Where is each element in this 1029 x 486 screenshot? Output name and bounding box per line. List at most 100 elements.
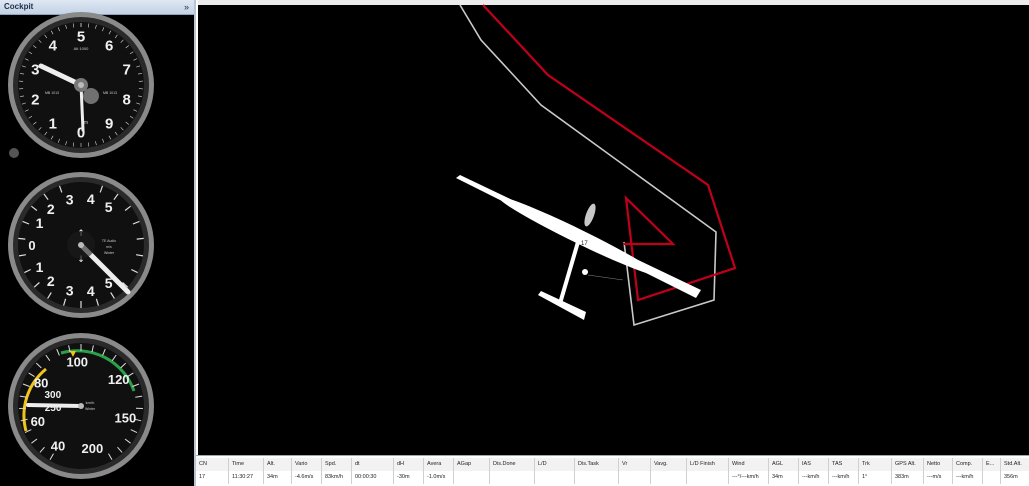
column-header[interactable]: Dis.Done [490, 458, 535, 471]
variometer-sink-1: 1 [36, 259, 44, 275]
altimeter-number-6: 6 [105, 38, 113, 55]
airspeed-number-120: 120 [108, 372, 130, 387]
altimeter-number-3: 3 [31, 62, 39, 79]
airspeed-unit: km/h [86, 400, 95, 405]
airspeed-number-60: 60 [31, 414, 45, 429]
altimeter-number-2: 2 [31, 91, 39, 108]
altimeter-number-9: 9 [105, 115, 113, 132]
table-cell: 34m [264, 471, 292, 484]
column-header[interactable]: Dis.Task [575, 458, 619, 471]
altimeter-right-label: MB 1013 [103, 91, 117, 95]
column-header[interactable]: L/D Finish [687, 458, 729, 471]
table-header-row: CN Time Alt. Vario Spd. dt dH Avera AGap Dis.Done… [196, 458, 1029, 471]
column-header[interactable]: Avera [424, 458, 454, 471]
table-cell: 34m [769, 471, 799, 484]
altimeter-left-label: MB 1013 [45, 91, 59, 95]
column-header[interactable]: IAS [799, 458, 829, 471]
variometer-gauge: 1234512345 0 ↑ ↓ TE Audio m/s Winter [8, 172, 154, 318]
glider-canopy [584, 203, 596, 227]
airspeed-number-40: 40 [51, 438, 65, 453]
column-header[interactable]: Vario [292, 458, 322, 471]
column-header[interactable]: E... [983, 458, 1001, 471]
airspeed-number-150: 150 [115, 410, 137, 425]
altimeter-knob[interactable] [9, 148, 19, 158]
variometer-climb-4: 4 [87, 191, 95, 207]
variometer-sink-2: 2 [47, 273, 55, 289]
column-header[interactable]: GPS Alt. [892, 458, 924, 471]
column-header[interactable]: AGL [769, 458, 799, 471]
column-header[interactable]: AGap [454, 458, 490, 471]
table-cell [619, 471, 651, 484]
column-header[interactable]: TAS [829, 458, 859, 471]
variometer-tick [136, 237, 144, 240]
panel-collapse-icon[interactable]: » [184, 1, 189, 13]
airspeed-sub-label: Winter [85, 407, 96, 411]
variometer-zero: 0 [28, 238, 35, 253]
column-header[interactable]: Std.Alt. [1001, 458, 1029, 471]
table-row[interactable]: 17 11:30:27 34m -4.6m/s 83km/h 00:00:30 -30m -1… [196, 471, 1029, 484]
column-header[interactable]: Netto [924, 458, 953, 471]
table-cell: -1.0m/s [424, 471, 454, 484]
table-cell: 17 [196, 471, 229, 484]
table-cell: 383m [892, 471, 924, 484]
map-canvas[interactable]: 17 [198, 0, 1029, 455]
table-cell [651, 471, 687, 484]
flight-data-table: CN Time Alt. Vario Spd. dt dH Avera AGap Dis.Done… [196, 455, 1029, 486]
airspeed-number-80: 80 [34, 376, 48, 391]
table-cell [575, 471, 619, 484]
variometer-climb-2: 2 [47, 201, 55, 217]
column-header[interactable]: Comp. [953, 458, 983, 471]
variometer-info-3: Winter [104, 251, 115, 255]
variometer-tick [18, 237, 26, 240]
altimeter-number-8: 8 [123, 91, 131, 108]
table-cell [535, 471, 575, 484]
column-header[interactable]: Trk [859, 458, 892, 471]
cockpit-panel: Cockpit » 0123456789 Alt 1000 MB 1013 MB… [0, 0, 196, 486]
variometer-info-2: m/s [106, 245, 112, 249]
column-header[interactable]: dt [352, 458, 394, 471]
glider-icon[interactable] [456, 175, 701, 320]
airspeed-number-100: 100 [66, 355, 88, 370]
table-cell: -30m [394, 471, 424, 484]
table-cell: ---m/s [924, 471, 953, 484]
table-cell: 1° [859, 471, 892, 484]
altimeter-number-1: 1 [49, 115, 57, 132]
column-header[interactable]: CN [196, 458, 229, 471]
map-view[interactable]: 17 [198, 0, 1029, 455]
table-cell: 356m [1001, 471, 1029, 484]
variometer-sink-3: 3 [66, 283, 74, 299]
table-cell [454, 471, 490, 484]
variometer-climb-3: 3 [66, 191, 74, 207]
variometer-info-1: TE Audio [102, 239, 116, 243]
column-header[interactable]: dH [394, 458, 424, 471]
altimeter-number-4: 4 [49, 38, 58, 55]
variometer-sink-4: 4 [87, 283, 95, 299]
table-cell: ---°/---km/h [729, 471, 769, 484]
column-header[interactable]: Time [229, 458, 264, 471]
altimeter-unit-label: m [84, 120, 88, 126]
altimeter-gauge: 0123456789 Alt 1000 MB 1013 MB 1013 m [8, 12, 154, 158]
table-cell: ---km/h [799, 471, 829, 484]
column-header[interactable]: Spd. [322, 458, 352, 471]
column-header[interactable]: Wind [729, 458, 769, 471]
table-cell: 83km/h [322, 471, 352, 484]
altimeter-number-5: 5 [77, 29, 85, 46]
table-cell [687, 471, 729, 484]
altimeter-number-7: 7 [123, 62, 131, 79]
column-header[interactable]: Vavg. [651, 458, 687, 471]
airspeed-number-300: 300 [44, 390, 61, 401]
table-cell: 11:30:27 [229, 471, 264, 484]
table-cell: ---km/h [953, 471, 983, 484]
airspeed-gauge: 406080100120150200250300 km/h Winter [8, 333, 154, 479]
airspeed-number-200: 200 [82, 441, 104, 456]
table-cell: ---km/h [829, 471, 859, 484]
table-cell: -4.6m/s [292, 471, 322, 484]
altimeter-top-label: Alt 1000 [74, 46, 89, 51]
table-cell: 00:00:30 [352, 471, 394, 484]
column-header[interactable]: Alt. [264, 458, 292, 471]
glider-label: 17 [581, 241, 588, 247]
airspeed-needle [26, 403, 83, 408]
table-cell [983, 471, 1001, 484]
column-header[interactable]: Vr [619, 458, 651, 471]
column-header[interactable]: L/D [535, 458, 575, 471]
